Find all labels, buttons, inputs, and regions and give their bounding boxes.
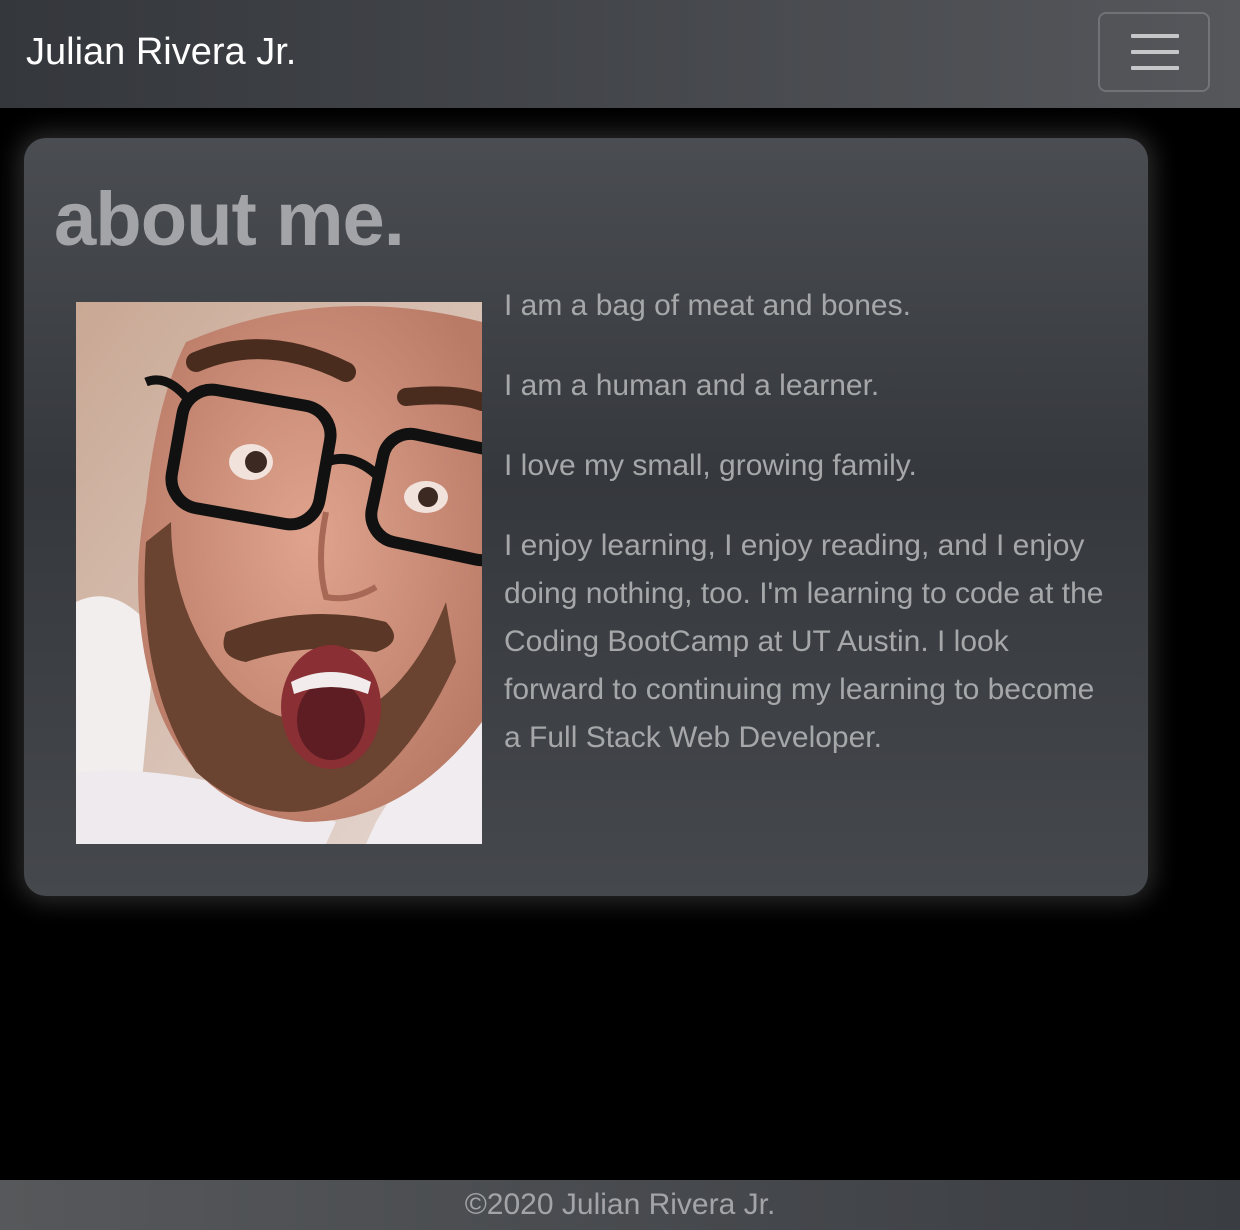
about-paragraph: I love my small, growing family. [504, 449, 917, 482]
about-paragraph: I enjoy learning, I enjoy reading, and I… [504, 529, 1104, 754]
navbar-toggler-button[interactable] [1098, 12, 1210, 92]
hamburger-bar [1131, 50, 1179, 54]
about-paragraph: I am a bag of meat and bones. [504, 289, 911, 322]
footer-copyright: ©2020 Julian Rivera Jr. [464, 1188, 776, 1221]
footer: ©2020 Julian Rivera Jr. [0, 1180, 1240, 1230]
navbar: Julian Rivera Jr. [0, 0, 1240, 108]
hamburger-bar [1131, 34, 1179, 38]
about-text-column: I am a bag of meat and bones. I am a hum… [504, 282, 1104, 794]
about-card: about me. I am a bag of meat and bones. … [24, 138, 1148, 896]
hamburger-bar [1131, 66, 1179, 70]
about-title: about me. [54, 177, 405, 262]
navbar-brand-link[interactable]: Julian Rivera Jr. [26, 28, 296, 76]
about-paragraph: I am a human and a learner. [504, 369, 880, 402]
profile-photo [76, 302, 482, 844]
